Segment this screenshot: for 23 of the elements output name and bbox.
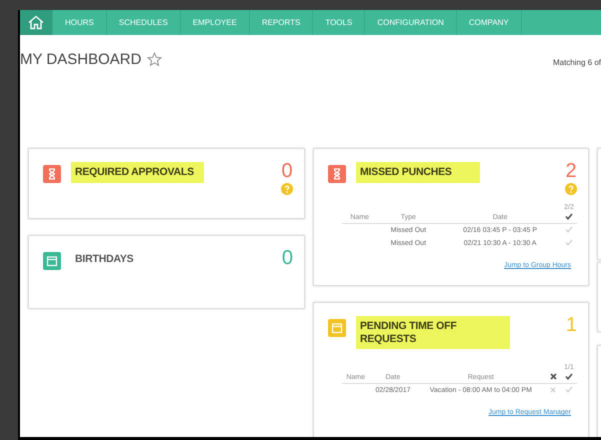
- card-title: MISSED PUNCHES: [356, 162, 480, 183]
- home-button[interactable]: [20, 10, 53, 35]
- help-icon[interactable]: [281, 183, 293, 195]
- nav-tab[interactable]: SCHEDULES: [106, 10, 181, 35]
- count-text: 0: [282, 248, 293, 268]
- help-icon[interactable]: [565, 183, 577, 195]
- count-text: 2: [565, 161, 577, 181]
- nav-tab[interactable]: TOOLS: [313, 10, 366, 35]
- nav-tab[interactable]: COMPANY: [456, 10, 522, 35]
- card-title: REQUIRED APPROVALS: [71, 162, 204, 183]
- card-title: PENDING TIME OFF REQUESTS: [356, 316, 510, 350]
- star-icon[interactable]: [147, 52, 162, 67]
- card-title: BIRTHDAYS: [74, 252, 134, 267]
- nav-tab[interactable]: HOURS: [53, 10, 107, 35]
- nav-tab[interactable]: EMPLOYEE: [180, 10, 250, 35]
- home-icon: [28, 15, 44, 30]
- nav-tab[interactable]: REPORTS: [250, 10, 314, 35]
- cross-icon[interactable]: [550, 373, 556, 380]
- page-title: MY DASHBOARD: [20, 51, 142, 68]
- nav-tab[interactable]: CONFIGURATION: [365, 10, 457, 35]
- count-text: 1: [566, 315, 577, 335]
- count-text: 0: [281, 161, 293, 181]
- matching-text: Matching 6 of: [552, 58, 601, 67]
